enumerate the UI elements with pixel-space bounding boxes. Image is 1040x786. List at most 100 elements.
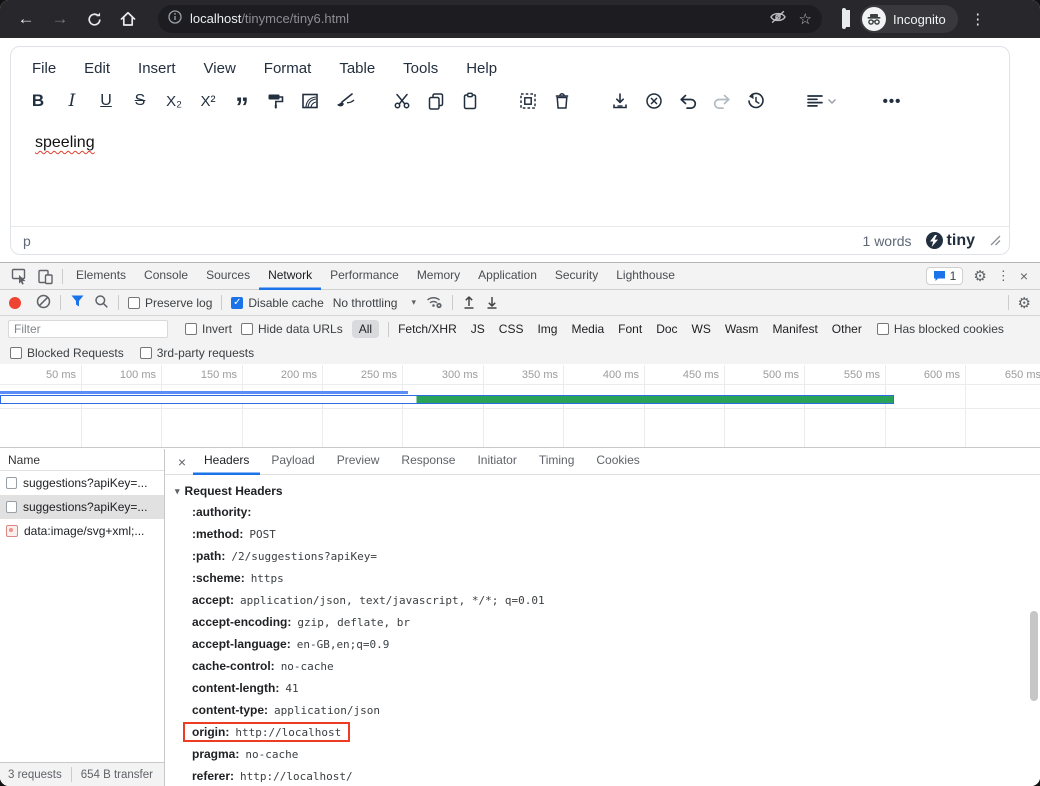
filter-type-wasm[interactable]: Wasm [725,322,759,336]
issues-badge[interactable]: 1 [926,267,964,285]
menu-view[interactable]: View [204,60,236,77]
back-icon[interactable]: ← [12,5,40,33]
filter-type-css[interactable]: CSS [499,322,524,336]
tab-lighthouse[interactable]: Lighthouse [607,263,684,290]
clear-icon[interactable] [36,294,51,312]
detail-tab-timing[interactable]: Timing [528,449,586,475]
request-headers-section[interactable]: ▾ Request Headers [165,475,1040,501]
tab-sources[interactable]: Sources [197,263,259,290]
menu-table[interactable]: Table [339,60,375,77]
filter-type-all[interactable]: All [352,320,379,338]
import-har-icon[interactable] [462,294,476,312]
detail-close-icon[interactable]: × [171,454,193,470]
subscript-icon[interactable]: X₂ [157,86,191,116]
blockquote-icon[interactable]: ” [225,86,259,116]
cancel-icon[interactable] [637,86,671,116]
third-party-checkbox[interactable]: 3rd-party requests [140,346,254,360]
menu-file[interactable]: File [32,60,56,77]
superscript-icon[interactable]: X² [191,86,225,116]
devtools-close-icon[interactable]: × [1020,268,1028,284]
tab-memory[interactable]: Memory [408,263,469,290]
filter-type-js[interactable]: JS [471,322,485,336]
menu-insert[interactable]: Insert [138,60,176,77]
side-panel-icon[interactable] [842,10,846,28]
paste-icon[interactable] [453,86,487,116]
network-settings-icon[interactable]: ⚙ [1018,294,1031,312]
disable-cache-checkbox[interactable]: ✓ Disable cache [231,296,323,310]
name-column-header[interactable]: Name [0,449,164,471]
redo-icon[interactable] [705,86,739,116]
request-row-selected[interactable]: suggestions?apiKey=... [0,495,164,519]
filter-type-manifest[interactable]: Manifest [772,322,817,336]
request-row[interactable]: data:image/svg+xml;... [0,519,164,543]
headers-body[interactable]: ▾ Request Headers :authority: :method:PO… [165,475,1040,786]
filter-type-img[interactable]: Img [537,322,557,336]
strikethrough-icon[interactable]: S [123,86,157,116]
more-toolbar-icon[interactable]: ••• [875,86,909,116]
filter-type-fetch[interactable]: Fetch/XHR [398,322,457,336]
network-overview[interactable]: 50 ms 100 ms 150 ms 200 ms 250 ms 300 ms… [0,365,1040,448]
bookmark-star-icon[interactable]: ☆ [799,10,812,28]
detail-tab-response[interactable]: Response [390,449,466,475]
export-har-icon[interactable] [485,294,499,312]
network-conditions-icon[interactable] [425,293,443,312]
menu-help[interactable]: Help [466,60,497,77]
brush-icon[interactable] [327,86,361,116]
has-blocked-cookies-checkbox[interactable]: Has blocked cookies [877,322,1004,336]
filter-type-doc[interactable]: Doc [656,322,677,336]
filter-type-other[interactable]: Other [832,322,862,336]
tab-console[interactable]: Console [135,263,197,290]
detail-tab-preview[interactable]: Preview [326,449,391,475]
home-icon[interactable] [114,5,142,33]
detail-tab-payload[interactable]: Payload [260,449,325,475]
hide-data-urls-checkbox[interactable]: Hide data URLs [241,322,343,336]
filter-input[interactable] [8,320,168,338]
paint-roller-icon[interactable] [259,86,293,116]
restore-draft-icon[interactable] [739,86,773,116]
filter-funnel-icon[interactable] [70,294,85,311]
scrollbar-thumb[interactable] [1030,611,1038,701]
element-path[interactable]: p [23,233,31,249]
device-toolbar-icon[interactable] [32,263,58,289]
frame-fill-icon[interactable] [293,86,327,116]
tab-performance[interactable]: Performance [321,263,408,290]
tab-application[interactable]: Application [469,263,546,290]
bold-icon[interactable]: B [21,86,55,116]
chrome-menu-icon[interactable]: ⋮ [964,5,992,33]
url-bar[interactable]: localhost/tinymce/tiny6.html ☆ [158,5,822,33]
align-left-icon[interactable] [797,86,845,116]
tab-security[interactable]: Security [546,263,607,290]
delete-icon[interactable] [545,86,579,116]
menu-edit[interactable]: Edit [84,60,110,77]
editor-content[interactable]: speeling [11,121,1009,226]
cut-icon[interactable] [385,86,419,116]
menu-format[interactable]: Format [264,60,312,77]
devtools-menu-icon[interactable]: ⋮ [997,268,1010,284]
incognito-badge[interactable]: Incognito [860,5,958,33]
search-icon[interactable] [94,294,109,312]
tiny-logo[interactable]: tiny [926,232,975,250]
export-icon[interactable] [603,86,637,116]
copy-icon[interactable] [419,86,453,116]
misspelled-word[interactable]: speeling [35,134,95,151]
tab-network[interactable]: Network [259,263,321,290]
inspect-element-icon[interactable] [6,263,32,289]
devtools-settings-icon[interactable]: ⚙ [973,267,986,285]
underline-icon[interactable]: U [89,86,123,116]
select-all-icon[interactable] [511,86,545,116]
detail-tab-headers[interactable]: Headers [193,449,260,475]
site-info-icon[interactable] [168,10,182,29]
reload-icon[interactable] [80,5,108,33]
forward-icon[interactable]: → [46,5,74,33]
blocked-requests-checkbox[interactable]: Blocked Requests [10,346,124,360]
italic-icon[interactable]: I [55,86,89,116]
detail-tab-cookies[interactable]: Cookies [585,449,650,475]
word-count[interactable]: 1 words [863,233,912,249]
filter-type-ws[interactable]: WS [692,322,711,336]
menu-tools[interactable]: Tools [403,60,438,77]
tab-elements[interactable]: Elements [67,263,135,290]
undo-icon[interactable] [671,86,705,116]
invert-checkbox[interactable]: Invert [185,322,232,336]
filter-type-font[interactable]: Font [618,322,642,336]
detail-tab-initiator[interactable]: Initiator [466,449,527,475]
